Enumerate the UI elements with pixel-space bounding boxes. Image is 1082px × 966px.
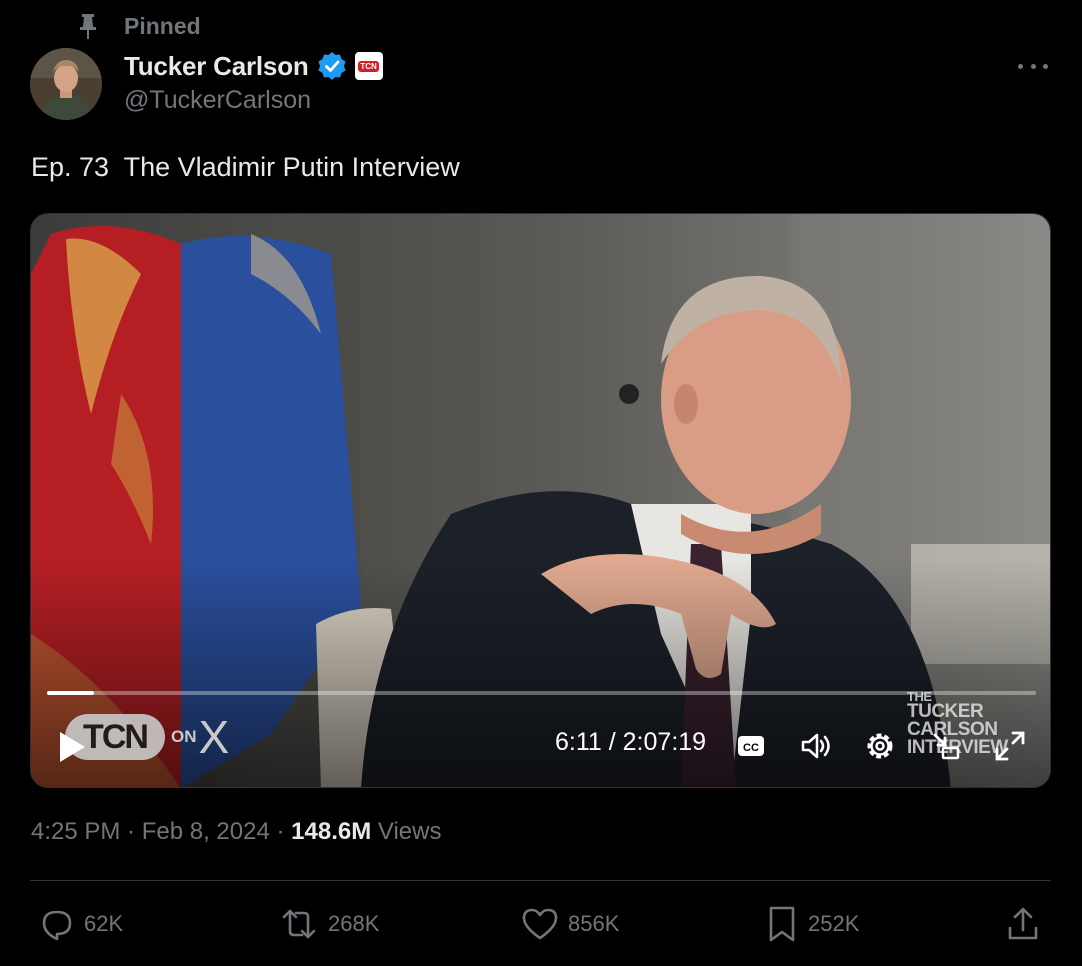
on-text: ON: [171, 727, 197, 746]
fullscreen-icon[interactable]: [993, 729, 1027, 763]
views-count: 148.6M: [291, 818, 372, 845]
divider: [30, 880, 1051, 881]
author-name-row: Tucker Carlson TCN: [124, 48, 383, 84]
volume-icon[interactable]: [799, 729, 833, 763]
affiliate-badge[interactable]: TCN: [354, 52, 383, 80]
pin-icon: [80, 14, 96, 39]
video-time-total: 2:07:19: [622, 728, 707, 756]
on-x-logo: ON X: [171, 714, 229, 760]
tweet-meta: 4:25 PM · Feb 8, 2024 · 148.6M Views: [31, 818, 442, 845]
pip-icon[interactable]: [929, 729, 963, 763]
video-time-current: 6:11: [555, 728, 602, 756]
views-label: Views: [377, 818, 442, 845]
play-icon[interactable]: [57, 730, 87, 764]
affiliate-badge-text: TCN: [358, 60, 379, 72]
tweet-date[interactable]: Feb 8, 2024: [142, 818, 270, 845]
author-handle[interactable]: @TuckerCarlson: [124, 86, 311, 115]
avatar-image: [30, 48, 102, 120]
svg-text:CC: CC: [743, 742, 759, 754]
settings-icon[interactable]: [863, 729, 897, 763]
tweet-time[interactable]: 4:25 PM: [31, 818, 120, 845]
video-time: 6:11 / 2:07:19: [555, 728, 707, 756]
author-name[interactable]: Tucker Carlson: [124, 51, 309, 82]
video-player[interactable]: TCN ON X 6:11 / 2:07:19 CC THE TUCKER CA…: [30, 213, 1051, 788]
like-count: 856K: [568, 911, 620, 936]
pinned-label: Pinned: [124, 12, 201, 39]
repost-icon: [282, 909, 316, 939]
avatar[interactable]: [30, 48, 102, 120]
verified-badge-icon[interactable]: [317, 51, 347, 81]
reply-button[interactable]: 62K: [38, 902, 123, 946]
share-icon: [1008, 907, 1038, 940]
video-progress-fill: [47, 691, 95, 695]
bookmark-count: 252K: [808, 911, 860, 936]
repost-count: 268K: [328, 911, 380, 936]
repost-button[interactable]: 268K: [278, 902, 379, 946]
video-progress-bar[interactable]: [47, 691, 1036, 695]
cc-icon[interactable]: CC: [734, 729, 768, 763]
bookmark-icon: [769, 906, 795, 942]
video-frame: [31, 214, 1050, 787]
share-button[interactable]: [1005, 902, 1049, 946]
tweet-text: Ep. 73 The Vladimir Putin Interview: [31, 152, 460, 182]
reply-icon: [42, 910, 72, 941]
x-text: X: [198, 711, 230, 763]
more-options-icon[interactable]: [1018, 54, 1048, 78]
like-button[interactable]: 856K: [520, 902, 619, 946]
pinned-indicator: Pinned: [78, 12, 201, 40]
bookmark-button[interactable]: 252K: [764, 902, 859, 946]
reply-count: 62K: [84, 911, 124, 936]
heart-icon: [522, 908, 558, 940]
